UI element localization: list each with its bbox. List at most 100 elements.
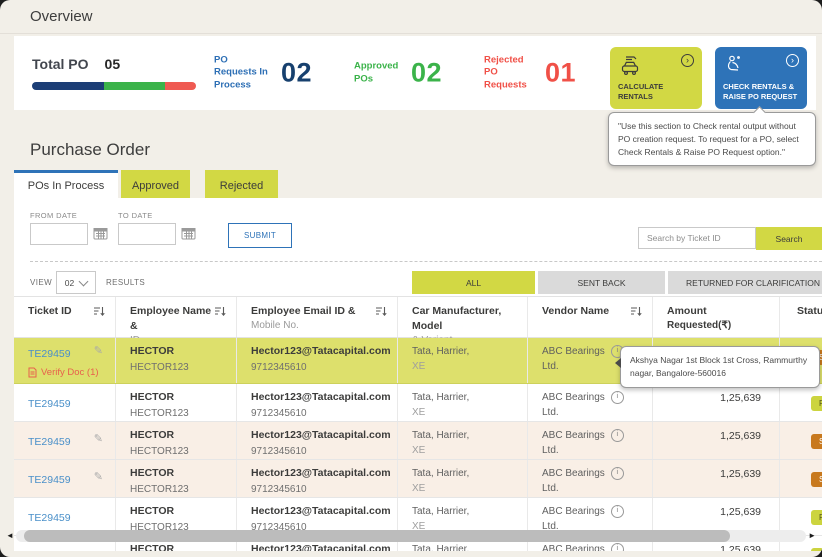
scrollbar-track[interactable] xyxy=(16,530,806,542)
stat-in-process-value: 02 xyxy=(281,58,312,89)
status-badge: Sent Back xyxy=(811,472,822,487)
search-input[interactable] xyxy=(638,227,756,249)
po-tabs: POs In Process Approved Rejected xyxy=(14,170,278,198)
from-date-input[interactable] xyxy=(30,223,88,245)
bar-segment-approved xyxy=(104,82,165,90)
column-header-amount: Amount Requested(₹) xyxy=(653,297,780,337)
edit-icon[interactable]: ✎ xyxy=(94,470,103,483)
info-icon[interactable]: i xyxy=(611,391,624,404)
verify-doc-link[interactable]: Verify Doc (1) xyxy=(28,367,105,378)
vendor-address-tooltip: Akshya Nagar 1st Block 1st Cross, Rammur… xyxy=(620,346,820,388)
check-rentals-tooltip: "Use this section to Check rental output… xyxy=(608,112,816,166)
open-arrow-icon[interactable]: › xyxy=(681,54,694,67)
from-date-label: FROM DATE xyxy=(30,211,77,220)
total-po-block: Total PO 05 xyxy=(32,56,196,90)
sort-icon[interactable] xyxy=(375,306,387,337)
ticket-link[interactable]: TE29459 xyxy=(28,474,71,486)
tab-approved[interactable]: Approved xyxy=(121,170,190,198)
bar-segment-in-process xyxy=(32,82,104,90)
purchase-order-title: Purchase Order xyxy=(30,140,150,160)
check-rentals-label: CHECK RENTALS & RAISE PO REQUEST xyxy=(723,82,801,102)
view-count-dropdown[interactable]: 02 xyxy=(56,271,96,294)
open-arrow-icon[interactable]: › xyxy=(786,54,799,67)
overview-stats-card: Total PO 05 PO Requests In Process 02 Ap… xyxy=(14,36,816,110)
column-header-vendor: Vendor Name xyxy=(528,297,653,337)
total-po-label: Total PO xyxy=(32,56,89,72)
app-window: Overview Total PO 05 PO Requests In Proc… xyxy=(0,0,822,557)
table-header-row: Ticket ID Employee Name & ID Employee Em… xyxy=(14,296,822,338)
stat-approved-label: Approved POs xyxy=(354,61,402,86)
edit-icon[interactable]: ✎ xyxy=(94,432,103,445)
calendar-icon[interactable] xyxy=(93,226,108,240)
results-label: RESULTS xyxy=(106,278,145,287)
po-distribution-bar xyxy=(32,82,196,90)
overview-header: Overview xyxy=(0,0,822,34)
column-header-status: Status xyxy=(780,297,822,337)
stat-approved: Approved POs 02 xyxy=(354,58,442,89)
stat-in-process: PO Requests In Process 02 xyxy=(214,54,312,91)
search-button[interactable]: Search xyxy=(756,227,822,250)
table-row[interactable]: TE29459 ✎ HECTOR HECTOR123 Hector123@Tat… xyxy=(14,422,822,460)
employee-name: HECTOR xyxy=(130,344,226,360)
sort-icon[interactable] xyxy=(630,306,642,337)
scroll-left-icon[interactable]: ◄ xyxy=(6,532,16,540)
info-icon[interactable]: i xyxy=(611,429,624,442)
check-rentals-raise-po-button[interactable]: › CHECK RENTALS & RAISE PO REQUEST xyxy=(715,47,807,109)
status-badge: Returned for Clarification xyxy=(811,548,822,551)
tab-pos-in-process[interactable]: POs In Process xyxy=(14,170,118,198)
edit-icon[interactable]: ✎ xyxy=(94,344,103,357)
info-icon[interactable]: i xyxy=(611,543,624,551)
ticket-link[interactable]: TE29459 xyxy=(28,512,71,524)
total-po-value: 05 xyxy=(105,56,121,72)
stat-rejected-value: 01 xyxy=(545,58,576,89)
stat-rejected-label: Rejected PO Requests xyxy=(484,54,536,91)
table-row[interactable]: TE29459 HECTOR HECTOR123 Hector123@Tatac… xyxy=(14,384,822,422)
car-rental-icon xyxy=(618,54,642,76)
employee-id: HECTOR123 xyxy=(130,360,226,375)
status-badge: Returned for Clarification xyxy=(811,510,822,525)
column-header-employee-name: Employee Name & ID xyxy=(116,297,237,337)
sort-icon[interactable] xyxy=(214,306,226,337)
filter-chip-all[interactable]: ALL xyxy=(412,271,535,294)
to-date-input[interactable] xyxy=(118,223,176,245)
view-count-value: 02 xyxy=(65,278,74,288)
column-header-ticket-id: Ticket ID xyxy=(14,297,116,337)
car-variant: XE xyxy=(412,359,517,374)
employee-mobile: 9712345610 xyxy=(251,360,387,375)
tab-rejected[interactable]: Rejected xyxy=(205,170,278,198)
overview-title: Overview xyxy=(30,8,93,25)
submit-button[interactable]: SUBMIT xyxy=(228,223,292,248)
employee-email: Hector123@Tatacapital.com xyxy=(251,344,387,360)
chevron-down-icon xyxy=(79,276,89,286)
ticket-link[interactable]: TE29459 xyxy=(28,550,71,551)
stat-rejected: Rejected PO Requests 01 xyxy=(484,54,576,91)
scrollbar-thumb[interactable] xyxy=(24,530,730,542)
car-seat-icon xyxy=(723,54,745,76)
horizontal-scrollbar[interactable]: ◄ ► xyxy=(6,529,816,542)
info-icon[interactable]: i xyxy=(611,505,624,518)
filter-chip-returned[interactable]: RETURNED FOR CLARIFICATION xyxy=(668,271,822,294)
calculate-rentals-button[interactable]: › CALCULATE RENTALS xyxy=(610,47,702,109)
table-row[interactable]: TE29459 ✎ HECTOR HECTOR123 Hector123@Tat… xyxy=(14,460,822,498)
sort-icon[interactable] xyxy=(93,306,105,337)
ticket-link[interactable]: TE29459 xyxy=(28,348,71,360)
to-date-label: TO DATE xyxy=(118,211,153,220)
bar-segment-rejected xyxy=(165,82,196,90)
scroll-right-icon[interactable]: ► xyxy=(806,532,816,540)
calculate-rentals-label: CALCULATE RENTALS xyxy=(618,82,696,102)
ticket-link[interactable]: TE29459 xyxy=(28,398,71,410)
vendor-name: ABC Bearings xyxy=(542,346,605,357)
car-model: Tata, Harrier, xyxy=(412,344,517,359)
stat-approved-value: 02 xyxy=(411,58,442,89)
ticket-link[interactable]: TE29459 xyxy=(28,436,71,448)
dashed-divider xyxy=(30,261,822,262)
stat-in-process-label: PO Requests In Process xyxy=(214,54,272,91)
filter-chip-sent-back[interactable]: SENT BACK xyxy=(538,271,665,294)
calendar-icon[interactable] xyxy=(181,226,196,240)
view-label: VIEW xyxy=(30,278,52,287)
column-header-car: Car Manufacturer, Model & Variant xyxy=(398,297,528,337)
status-badge: Sent Back xyxy=(811,434,822,449)
info-icon[interactable]: i xyxy=(611,467,624,480)
column-header-employee-email: Employee Email ID & Mobile No. xyxy=(237,297,398,337)
status-badge: Returned for Clarification xyxy=(811,396,822,411)
